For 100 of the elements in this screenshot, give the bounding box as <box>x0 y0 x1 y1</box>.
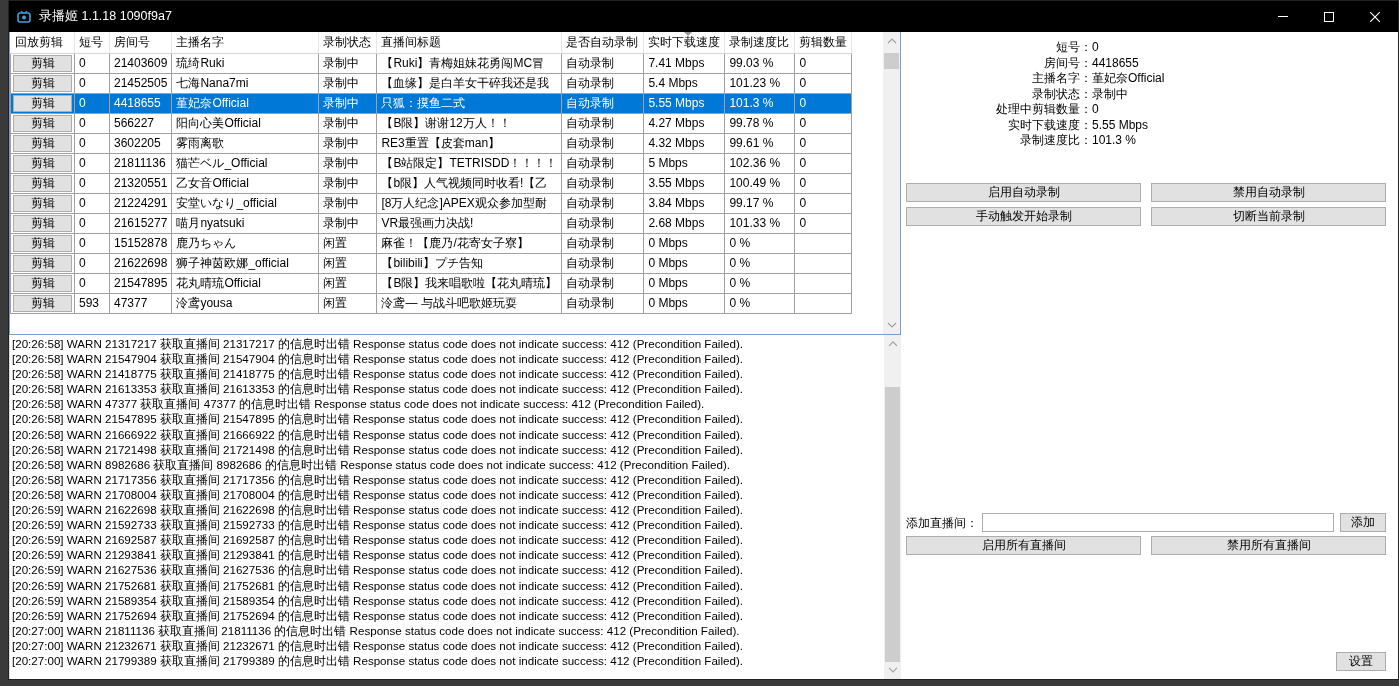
close-icon <box>1370 11 1380 22</box>
action-button[interactable]: 禁用所有直播间 <box>1151 536 1386 555</box>
log-line: [20:26:59] WARN 21592733 获取直播间 21592733 的信息时出错 Response status code does not indicate success: 412 (Precondition Failed). <box>12 517 744 533</box>
log-line: [20:26:59] WARN 21752694 获取直播间 21752694 的信息时出错 Response status code does not indicate success: 412 (Precondition Failed). <box>12 607 744 623</box>
table-cell: 5 Mbps <box>643 153 725 173</box>
column-header[interactable]: 回放剪辑 <box>10 32 75 53</box>
table-cell: 录制中 <box>318 173 377 193</box>
table-cell: 0 <box>74 193 110 213</box>
table-cell: 0 Mbps <box>643 293 725 313</box>
column-header[interactable]: 主播名字 <box>171 32 319 53</box>
table-cell: 自动录制 <box>561 193 644 213</box>
column-header[interactable]: 剪辑数量 <box>794 32 852 53</box>
table-cell: 3.84 Mbps <box>643 193 725 213</box>
column-header[interactable]: 录制状态 <box>318 32 377 53</box>
clip-button[interactable]: 剪辑 <box>13 234 72 252</box>
table-cell: 0 <box>74 233 110 253</box>
table-cell: 雾雨离歌 <box>171 133 319 153</box>
table-cell: 0 % <box>724 253 795 273</box>
column-header[interactable]: 直播间标题 <box>376 32 562 53</box>
scrollbar[interactable] <box>883 32 900 334</box>
table-cell: 21615277 <box>109 213 172 233</box>
table-cell: 0 <box>794 153 852 173</box>
column-header[interactable]: 是否自动录制 <box>561 32 644 53</box>
minimize-icon <box>1278 16 1288 17</box>
add-button[interactable]: 添加 <box>1340 513 1386 532</box>
table-cell: 闲置 <box>318 293 377 313</box>
table-cell: 101.23 % <box>724 73 795 93</box>
clip-button[interactable]: 剪辑 <box>13 254 72 272</box>
field-label: 主播名字： <box>1031 71 1092 87</box>
column-header[interactable]: 录制速度比 <box>724 32 795 53</box>
clip-button[interactable]: 剪辑 <box>13 174 72 192</box>
clip-button[interactable]: 剪辑 <box>13 194 72 212</box>
table-cell: 99.78 % <box>724 113 795 133</box>
table-cell: 0 <box>74 113 110 133</box>
clip-button[interactable]: 剪辑 <box>13 274 72 292</box>
log-line: [20:26:59] WARN 21692587 获取直播间 21692587 的信息时出错 Response status code does not indicate success: 412 (Precondition Failed). <box>12 532 744 548</box>
table-cell: 闲置 <box>318 233 377 253</box>
table-cell: VR最强画力决战! <box>376 213 562 233</box>
scrollbar[interactable] <box>884 335 901 679</box>
table-cell: 21320551 <box>109 173 172 193</box>
table-cell: 21403609 <box>109 53 172 73</box>
table-cell: 4.27 Mbps <box>643 113 725 133</box>
field-value: 0 <box>1092 40 1100 56</box>
clip-button[interactable]: 剪辑 <box>13 134 72 152</box>
table-cell: 自动录制 <box>561 293 644 313</box>
column-header[interactable]: 实时下载速度 <box>643 32 725 53</box>
table-cell: 自动录制 <box>561 233 644 253</box>
action-button[interactable]: 切断当前录制 <box>1151 206 1386 226</box>
log-line: [20:26:58] WARN 21721498 获取直播间 21721498 的信息时出错 Response status code does not indicate success: 412 (Precondition Failed). <box>12 441 744 457</box>
column-header[interactable]: 短号 <box>74 32 110 53</box>
action-button[interactable]: 启用所有直播间 <box>906 536 1141 555</box>
table-cell: 猫芒ベル_Official <box>171 153 319 173</box>
table-cell: 0 <box>74 153 110 173</box>
room-input-field[interactable] <box>982 513 1334 532</box>
table-cell: 琉绮Ruki <box>171 53 319 73</box>
clip-button[interactable]: 剪辑 <box>13 54 72 72</box>
clip-button[interactable]: 剪辑 <box>13 74 72 92</box>
clip-button[interactable]: 剪辑 <box>13 154 72 172</box>
table-cell: 闲置 <box>318 253 377 273</box>
action-button[interactable]: 启用自动录制 <box>906 182 1141 202</box>
field-label: 房间号： <box>1043 55 1092 71</box>
clip-button[interactable]: 剪辑 <box>13 114 72 132</box>
table-cell: 21452505 <box>109 73 172 93</box>
clip-button[interactable]: 剪辑 <box>13 294 72 312</box>
clip-button[interactable]: 剪辑 <box>13 94 72 112</box>
log-line: [20:26:58] WARN 21547895 获取直播间 21547895 的信息时出错 Response status code does not indicate success: 412 (Precondition Failed). <box>12 411 744 427</box>
table-cell: 0 <box>74 73 110 93</box>
column-header[interactable]: 房间号 <box>109 32 172 53</box>
table-cell: 4.32 Mbps <box>643 133 725 153</box>
log-line: [20:26:58] WARN 21708004 获取直播间 21708004 的信息时出错 Response status code does not indicate success: 412 (Precondition Failed). <box>12 486 744 503</box>
table-cell: 【B站限定】TETRISDD！！！！ <box>376 153 562 173</box>
table-cell: 【bilibili】プチ告知 <box>376 253 562 273</box>
table-cell: 录制中 <box>318 133 377 153</box>
scrollbar-thumb[interactable] <box>884 53 899 69</box>
field-label: 短号： <box>1055 40 1092 56</box>
table-cell: 自动录制 <box>561 173 644 193</box>
table-cell: 0 % <box>724 273 795 293</box>
table-cell: 7.41 Mbps <box>643 53 725 73</box>
action-button[interactable]: 手动触发开始录制 <box>906 206 1141 226</box>
field-value: 5.55 Mbps <box>1092 117 1150 133</box>
table-cell: 21622698 <box>109 253 172 273</box>
table-cell: 99.61 % <box>724 133 795 153</box>
table-cell: 【Ruki】青梅姐妹花勇闯MC冒 <box>376 53 562 73</box>
table-cell: 0 <box>74 53 110 73</box>
table-cell: 0 <box>74 253 110 273</box>
table-cell: 100.49 % <box>724 173 795 193</box>
settings-button[interactable]: 设置 <box>1336 652 1386 671</box>
action-button[interactable]: 禁用自动录制 <box>1151 182 1386 202</box>
table-cell: 21811136 <box>109 153 172 173</box>
field-label: 录制速度比： <box>1019 133 1092 149</box>
table-cell: 花丸晴琉Official <box>171 273 319 293</box>
table-cell: 【B限】谢谢12万人！！ <box>376 113 562 133</box>
clip-button[interactable]: 剪辑 <box>13 214 72 232</box>
table-cell: 自动录制 <box>561 273 644 293</box>
table-cell: 泠鸢— 与战斗吧歌姬玩耍 <box>376 293 562 313</box>
table-cell: 0 <box>794 173 852 193</box>
scrollbar-thumb[interactable] <box>885 387 900 663</box>
log-line: [20:26:58] WARN 21418775 获取直播间 21418775 的信息时出错 Response status code does not indicate success: 412 (Precondition Failed). <box>12 366 744 382</box>
table-cell: 21224291 <box>109 193 172 213</box>
table-cell: 0 <box>74 173 110 193</box>
